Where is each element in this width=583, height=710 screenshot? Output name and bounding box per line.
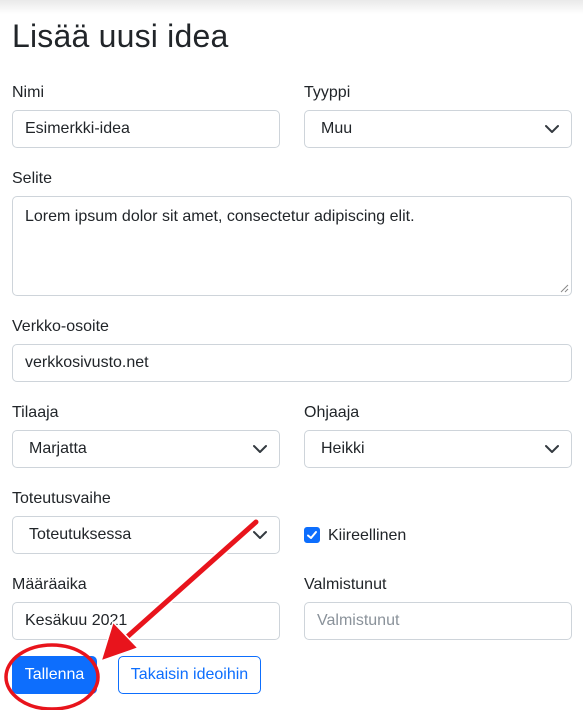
url-label: Verkko-osoite [12, 318, 109, 335]
orderer-label: Tilaaja [12, 404, 59, 421]
name-input[interactable]: Esimerkki-idea [12, 110, 280, 148]
name-label: Nimi [12, 84, 44, 101]
check-icon [307, 531, 317, 539]
deadline-input[interactable]: Kesäkuu 2021 [12, 602, 280, 640]
top-shadow [0, 0, 583, 14]
chevron-down-icon [545, 445, 559, 453]
urgent-checkbox[interactable] [304, 527, 320, 543]
orderer-select-value: Marjatta [29, 440, 87, 457]
url-input[interactable]: verkkosivusto.net [12, 344, 572, 382]
urgent-label[interactable]: Kiireellinen [328, 527, 406, 545]
deadline-label: Määräaika [12, 576, 87, 593]
supervisor-select[interactable]: Heikki [304, 430, 572, 468]
save-button[interactable]: Tallenna [12, 656, 97, 694]
chevron-down-icon [253, 445, 267, 453]
completed-input[interactable]: Valmistunut [304, 602, 572, 640]
type-select[interactable]: Muu [304, 110, 572, 148]
supervisor-label: Ohjaaja [304, 404, 360, 421]
stage-label: Toteutusvaihe [12, 490, 111, 507]
completed-label: Valmistunut [304, 576, 387, 593]
description-textarea[interactable]: Lorem ipsum dolor sit amet, consectetur … [12, 196, 572, 296]
description-text: Lorem ipsum dolor sit amet, consectetur … [25, 208, 415, 225]
orderer-select[interactable]: Marjatta [12, 430, 280, 468]
description-label: Selite [12, 170, 53, 187]
chevron-down-icon [545, 125, 559, 133]
type-label: Tyyppi [304, 84, 351, 101]
page-title: Lisää uusi idea [12, 18, 229, 54]
type-select-value: Muu [321, 120, 353, 137]
stage-select-value: Toteutuksessa [29, 526, 132, 543]
chevron-down-icon [253, 531, 267, 539]
supervisor-select-value: Heikki [321, 440, 365, 457]
back-to-ideas-button[interactable]: Takaisin ideoihin [118, 656, 261, 694]
stage-select[interactable]: Toteutuksessa [12, 516, 280, 554]
resize-grip-icon[interactable] [557, 281, 569, 293]
